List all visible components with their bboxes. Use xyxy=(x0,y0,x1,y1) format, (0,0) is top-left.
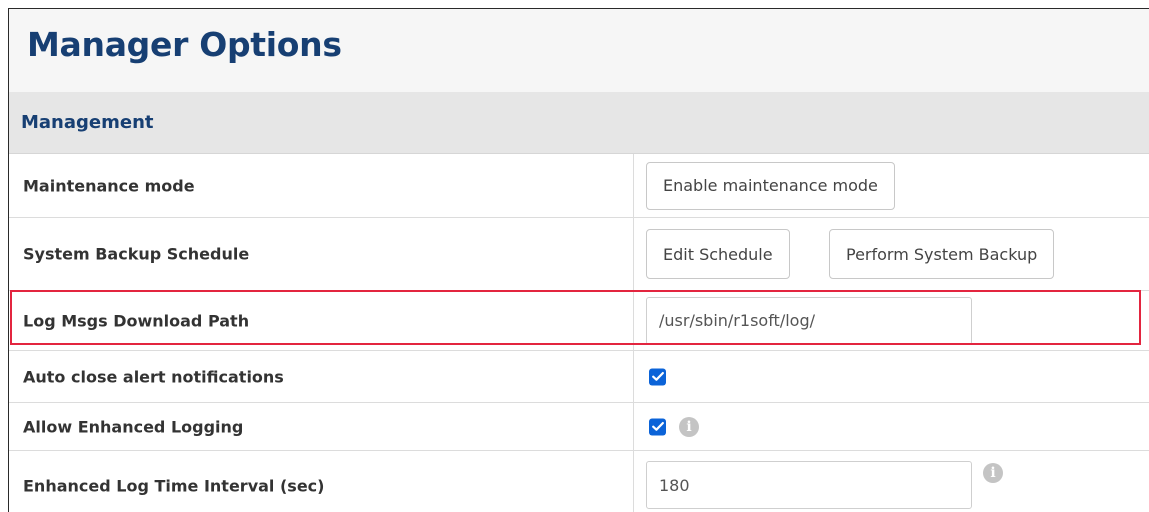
row-allow-enhanced-logging: Allow Enhanced Logging i xyxy=(9,403,1149,451)
allow-enhanced-logging-label: Allow Enhanced Logging xyxy=(23,417,244,436)
maintenance-mode-label: Maintenance mode xyxy=(23,176,195,195)
checkmark-icon xyxy=(651,422,664,431)
checkmark-icon xyxy=(651,372,664,381)
row-maintenance-mode: Maintenance mode Enable maintenance mode xyxy=(9,154,1149,218)
info-icon[interactable]: i xyxy=(679,416,699,437)
manager-options-panel: Manager Options Management Maintenance m… xyxy=(8,8,1149,512)
log-path-input[interactable] xyxy=(646,296,972,345)
row-system-backup-schedule: System Backup Schedule Edit Schedule Per… xyxy=(9,218,1149,291)
row-enhanced-log-time-interval: Enhanced Log Time Interval (sec) i xyxy=(9,451,1149,512)
perform-system-backup-button[interactable]: Perform System Backup xyxy=(829,229,1055,279)
row-log-msgs-download-path: Log Msgs Download Path xyxy=(9,291,1149,351)
system-backup-cell: Edit Schedule Perform System Backup xyxy=(633,218,1149,290)
maintenance-mode-cell: Enable maintenance mode xyxy=(633,154,1149,217)
enable-maintenance-button[interactable]: Enable maintenance mode xyxy=(646,161,895,210)
section-header-management: Management xyxy=(9,92,1149,154)
enhanced-logging-checkbox[interactable] xyxy=(649,418,666,435)
page-title: Manager Options xyxy=(27,25,342,64)
info-icon[interactable]: i xyxy=(983,463,1003,483)
enhanced-logging-cell: i xyxy=(633,403,1149,450)
title-bar: Manager Options xyxy=(9,9,1149,92)
section-title: Management xyxy=(21,112,154,133)
enhanced-log-time-interval-label: Enhanced Log Time Interval (sec) xyxy=(23,476,325,496)
auto-close-checkbox[interactable] xyxy=(649,368,666,385)
edit-schedule-button[interactable]: Edit Schedule xyxy=(646,229,790,279)
system-backup-schedule-label: System Backup Schedule xyxy=(23,244,250,264)
interval-cell: i xyxy=(633,451,1149,512)
auto-close-alerts-label: Auto close alert notifications xyxy=(23,367,284,386)
auto-close-cell xyxy=(633,351,1149,402)
log-msgs-download-path-label: Log Msgs Download Path xyxy=(23,311,250,330)
interval-input[interactable] xyxy=(646,461,972,509)
row-auto-close-alerts: Auto close alert notifications xyxy=(9,351,1149,403)
log-path-cell xyxy=(633,291,1149,350)
